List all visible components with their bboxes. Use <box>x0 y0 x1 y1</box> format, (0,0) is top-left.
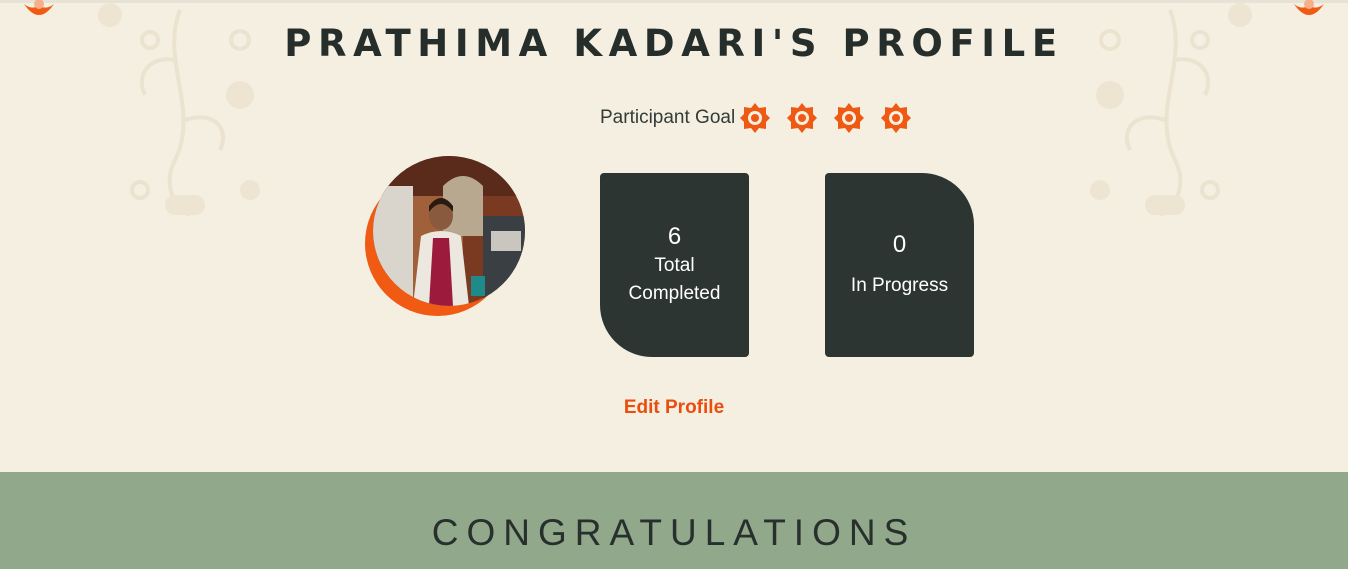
in-progress-label: In Progress <box>850 275 949 296</box>
congratulations-heading: CONGRATULATIONS <box>431 512 917 553</box>
corner-flower-left-icon <box>24 0 54 15</box>
participant-goal: Participant Goal <box>600 103 927 133</box>
goal-flower-icon <box>834 103 865 133</box>
participant-goal-label: Participant Goal <box>600 107 736 128</box>
corner-flower-right-icon <box>1294 0 1324 15</box>
total-completed-card: 6 Total Completed <box>600 173 749 357</box>
page-title: PRATHIMA KADARI'S PROFILE <box>284 22 1064 65</box>
goal-flower-icon <box>881 103 912 133</box>
in-progress-card: 0 In Progress <box>825 173 974 357</box>
total-completed-value: 6 <box>667 223 682 250</box>
total-completed-label: Total Completed <box>628 255 721 304</box>
edit-profile-link[interactable]: Edit Profile <box>0 397 1348 419</box>
profile-avatar <box>365 156 525 316</box>
in-progress-value: 0 <box>892 231 907 258</box>
avatar <box>373 156 525 306</box>
goal-flower-icon <box>787 103 818 133</box>
goal-flower-icon <box>740 103 771 133</box>
congratulations-section: CONGRATULATIONS <box>0 472 1348 569</box>
